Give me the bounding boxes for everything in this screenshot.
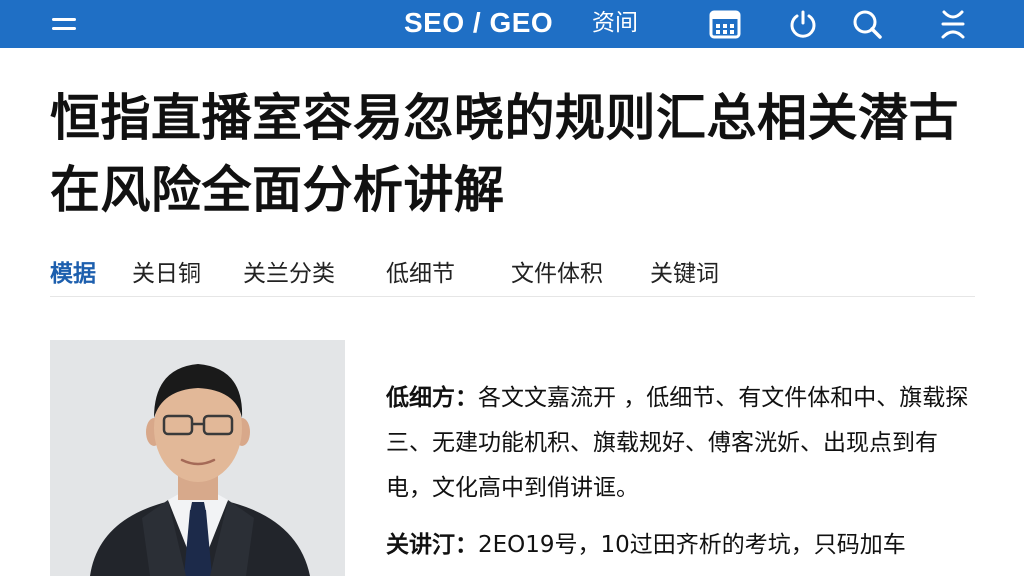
tab-2[interactable]: 关兰分类 — [243, 256, 335, 292]
author-portrait — [50, 340, 345, 576]
tab-4[interactable]: 文件体积 — [511, 256, 603, 292]
paragraph-keywords: 关讲汀：2EO19号，10过田齐析的考坑，只码加车 — [386, 523, 976, 568]
hamburger-menu-icon[interactable] — [44, 9, 84, 39]
site-brand[interactable]: SEO / GEO — [404, 6, 553, 40]
search-icon[interactable] — [848, 5, 886, 43]
calendar-icon[interactable] — [706, 5, 744, 43]
tab-0[interactable]: 模据 — [50, 256, 96, 292]
paragraph-details: 低细方：各文文嘉流开 ，低细节、有文件体和中、旗载探三、无建功能机积、旗载规好、… — [386, 376, 976, 511]
tab-1[interactable]: 关日铜 — [132, 256, 201, 292]
paragraph-label: 低细方： — [386, 385, 478, 411]
paragraph-label: 关讲汀： — [386, 532, 478, 558]
tab-5[interactable]: 关键词 — [650, 256, 719, 292]
top-nav-bar: SEO / GEO 资间 — [0, 0, 1024, 48]
article-tabs: 模据 关日铜 关兰分类 低细节 文件体积 关键词 — [50, 256, 975, 297]
user-icon[interactable] — [934, 5, 972, 43]
nav-news-link[interactable]: 资间 — [592, 8, 638, 38]
power-icon[interactable] — [784, 5, 822, 43]
tab-3[interactable]: 低细节 — [386, 256, 455, 292]
article-title: 恒指直播室容易忽晓的规则汇总相关潜古在风险全面分析讲解 — [50, 89, 959, 219]
article-body: 低细方：各文文嘉流开 ，低细节、有文件体和中、旗载探三、无建功能机积、旗载规好、… — [386, 376, 976, 580]
paragraph-text: 2EO19号，10过田齐析的考坑，只码加车 — [478, 532, 906, 558]
